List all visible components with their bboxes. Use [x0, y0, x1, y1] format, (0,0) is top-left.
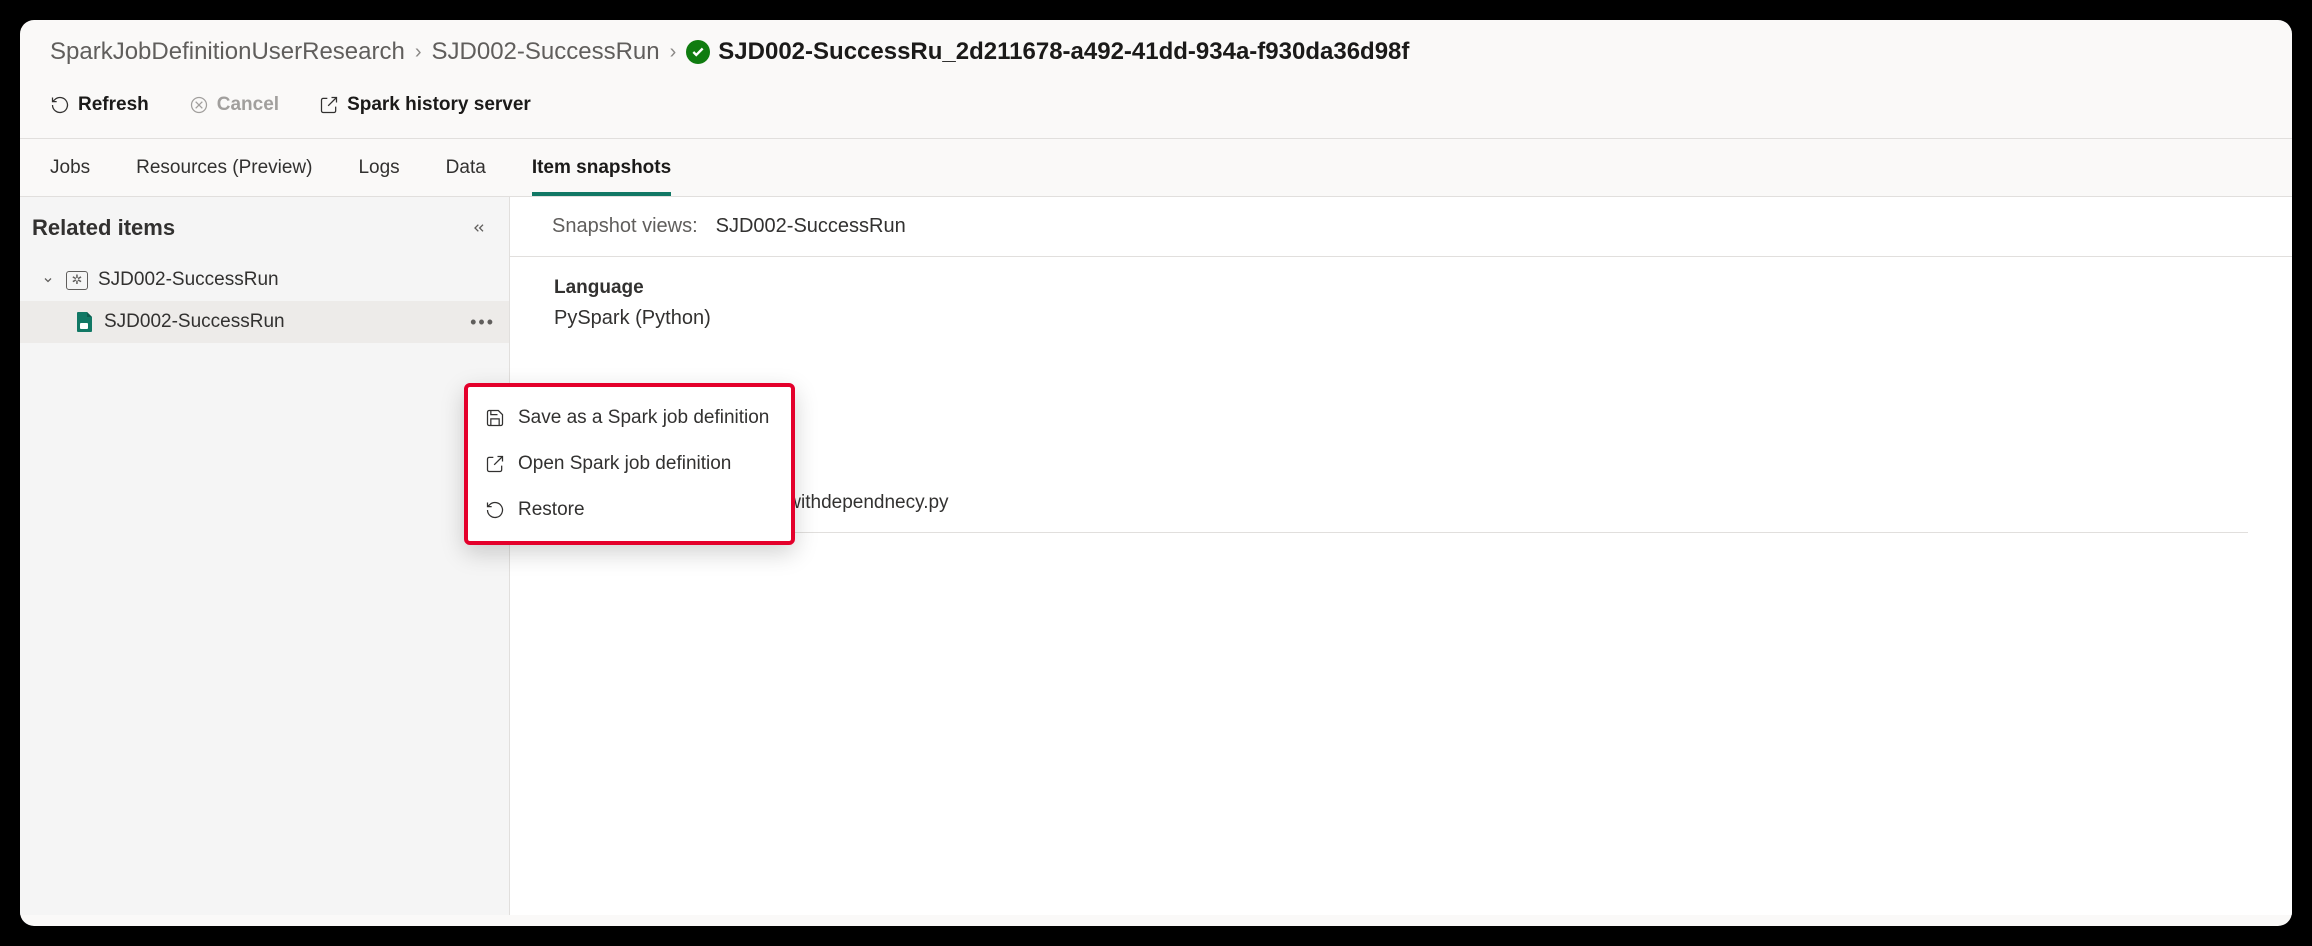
app-window: SparkJobDefinitionUserResearch › SJD002-… — [20, 20, 2292, 926]
refresh-button[interactable]: Refresh — [50, 94, 149, 116]
breadcrumb-current-text: SJD002-SuccessRu_2d211678-a492-41dd-934a… — [718, 38, 1409, 66]
tab-jobs[interactable]: Jobs — [50, 139, 90, 196]
more-options-button[interactable]: ••• — [470, 312, 495, 333]
tree-parent-label: SJD002-SuccessRun — [98, 269, 279, 291]
restore-icon — [484, 499, 506, 521]
open-external-icon — [484, 453, 506, 475]
toolbar: Refresh Cancel Spark history server — [20, 76, 2292, 139]
tree-item-child[interactable]: SJD002-SuccessRun ••• — [20, 301, 509, 343]
menu-item-save-as[interactable]: Save as a Spark job definition — [468, 395, 791, 441]
language-label: Language — [554, 277, 2248, 299]
menu-item-open[interactable]: Open Spark job definition — [468, 441, 791, 487]
breadcrumb-separator: › — [415, 41, 422, 64]
breadcrumb-separator: › — [670, 41, 677, 64]
tab-logs[interactable]: Logs — [358, 139, 399, 196]
spark-file-icon — [74, 311, 94, 333]
tab-resources[interactable]: Resources (Preview) — [136, 139, 312, 196]
language-value: PySpark (Python) — [554, 307, 2248, 330]
cancel-icon — [189, 95, 209, 115]
main-panel: Snapshot views: SJD002-SuccessRun Langua… — [510, 197, 2292, 915]
sidebar-title: Related items — [32, 215, 175, 241]
spark-history-label: Spark history server — [347, 94, 531, 116]
collapse-sidebar-button[interactable] — [471, 220, 487, 236]
tree-item-parent[interactable]: ✲ SJD002-SuccessRun — [20, 259, 509, 301]
definition-box-icon: ✲ — [66, 271, 88, 290]
cancel-button: Cancel — [189, 94, 279, 116]
spark-history-button[interactable]: Spark history server — [319, 94, 531, 116]
main-definition-label: Main definition file — [554, 460, 2248, 482]
language-section: Language PySpark (Python) — [510, 257, 2292, 330]
tree-child-group: SJD002-SuccessRun — [74, 311, 285, 333]
snapshot-name: SJD002-SuccessRun — [716, 215, 906, 238]
cancel-label: Cancel — [217, 94, 279, 116]
snapshot-header: Snapshot views: SJD002-SuccessRun — [510, 197, 2292, 257]
sidebar-header: Related items — [20, 197, 509, 259]
menu-item-restore[interactable]: Restore — [468, 487, 791, 533]
main-definition-file-row: createTablefromCSVwithdependnecy.py — [554, 492, 2248, 533]
breadcrumb-item-root[interactable]: SparkJobDefinitionUserResearch — [50, 38, 405, 66]
success-status-icon — [686, 40, 710, 64]
tree-child-label: SJD002-SuccessRun — [104, 311, 285, 333]
chevron-down-icon — [42, 274, 56, 286]
tab-data[interactable]: Data — [446, 139, 486, 196]
save-icon — [484, 407, 506, 429]
menu-open-label: Open Spark job definition — [518, 453, 731, 475]
refresh-label: Refresh — [78, 94, 149, 116]
snapshot-views-label: Snapshot views: — [552, 215, 698, 238]
breadcrumb: SparkJobDefinitionUserResearch › SJD002-… — [20, 20, 2292, 76]
sidebar: Related items ✲ SJD002-SuccessRun SJD002… — [20, 197, 510, 915]
menu-save-as-label: Save as a Spark job definition — [518, 407, 769, 429]
breadcrumb-item-parent[interactable]: SJD002-SuccessRun — [432, 38, 660, 66]
context-menu: Save as a Spark job definition Open Spar… — [464, 383, 795, 545]
external-link-icon — [319, 95, 339, 115]
breadcrumb-item-current: SJD002-SuccessRu_2d211678-a492-41dd-934a… — [686, 38, 1409, 66]
menu-restore-label: Restore — [518, 499, 585, 521]
tab-item-snapshots[interactable]: Item snapshots — [532, 139, 671, 196]
tabs: Jobs Resources (Preview) Logs Data Item … — [20, 139, 2292, 197]
refresh-icon — [50, 95, 70, 115]
content-area: Related items ✲ SJD002-SuccessRun SJD002… — [20, 197, 2292, 915]
